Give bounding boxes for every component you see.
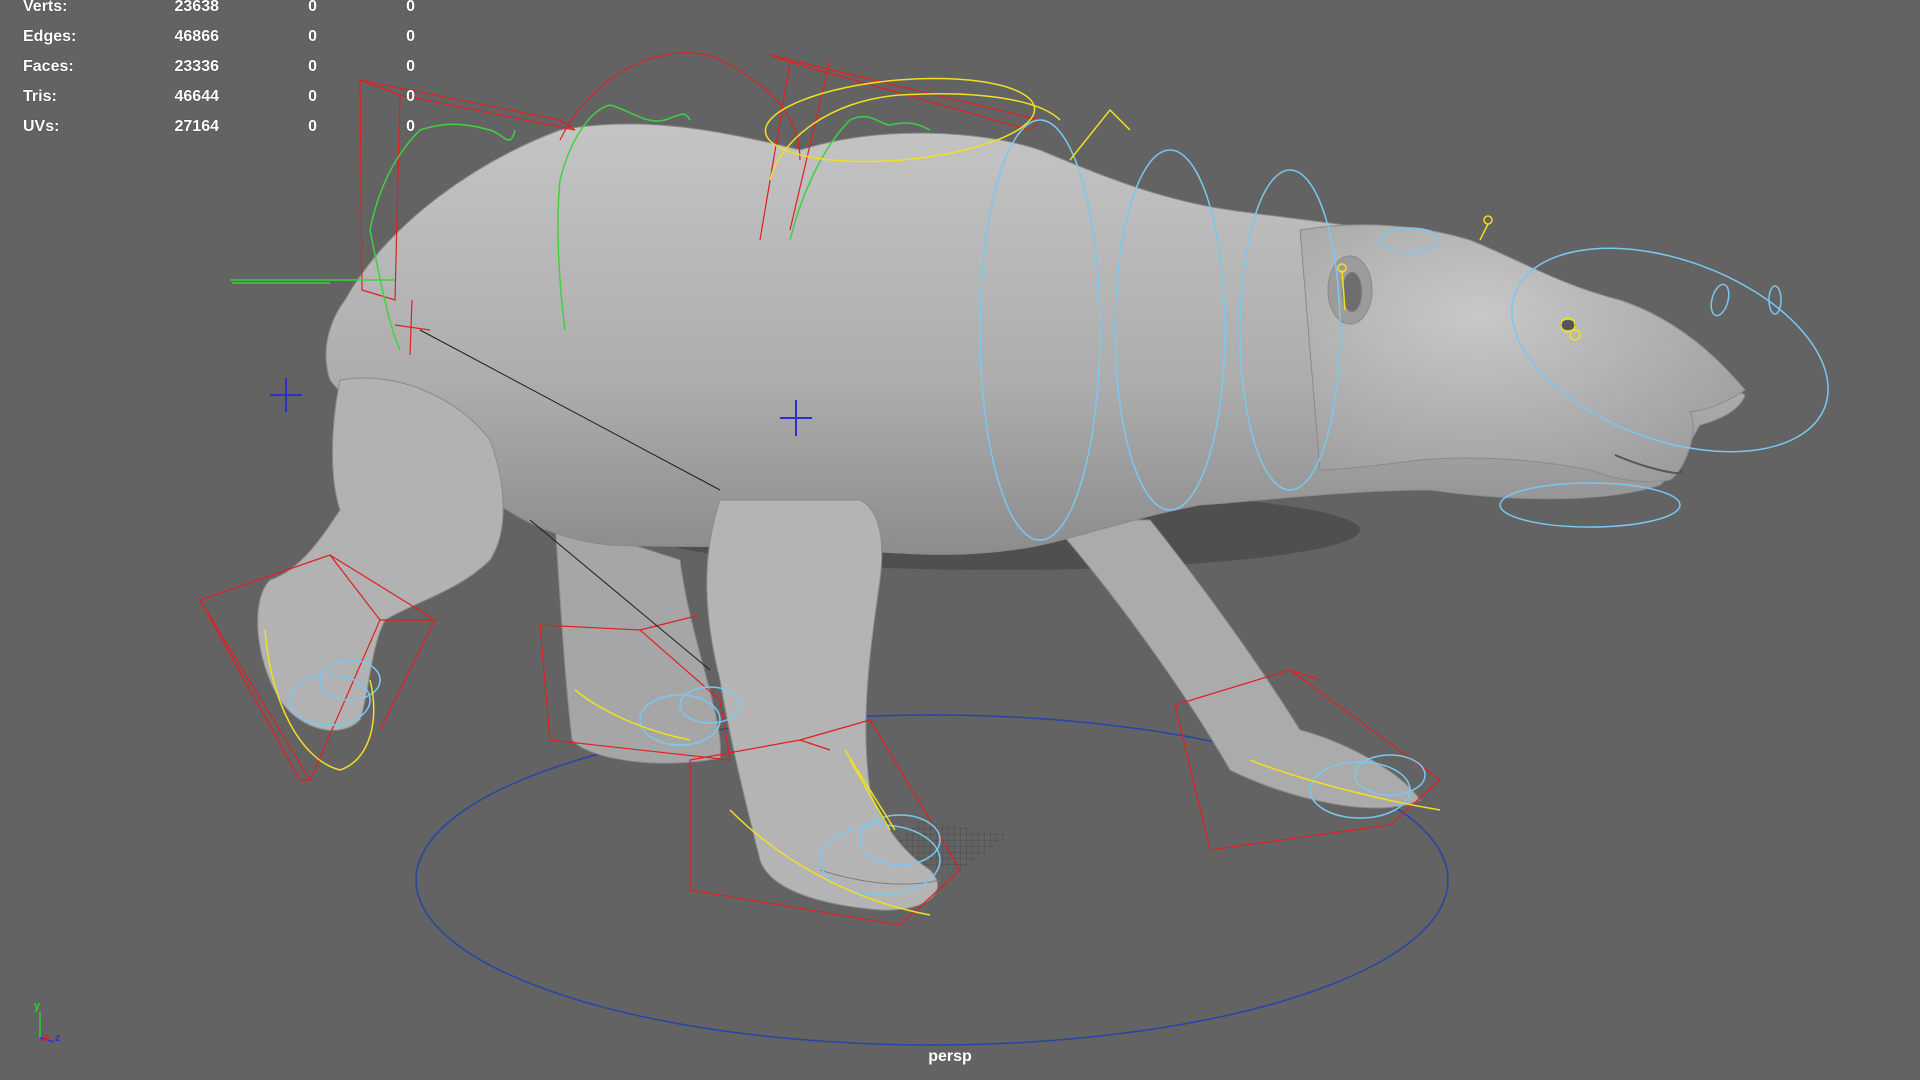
3d-viewport[interactable]: Verts: 23638 0 0 Edges: 46866 0 0 Faces:… [0, 0, 1920, 1080]
axis-y-label: y [34, 1000, 41, 1012]
hud-label: UVs: [23, 118, 60, 135]
hud-value: 23638 [174, 0, 220, 15]
hud-value: 0 [308, 0, 317, 15]
hud-value: 0 [406, 0, 415, 15]
hud-label: Faces: [23, 58, 74, 75]
hud-value: 23336 [174, 58, 220, 75]
camera-name-label: persp [928, 1048, 972, 1065]
hud-row-faces: Faces: 23336 0 0 [23, 56, 423, 86]
hud-value: 0 [406, 58, 415, 75]
axis-z-label: z [55, 1032, 61, 1044]
hud-value: 0 [406, 88, 415, 105]
hud-value: 0 [308, 28, 317, 45]
hud-value: 46644 [174, 88, 220, 105]
hud-label: Tris: [23, 88, 57, 105]
axis-x-label: x [42, 1032, 49, 1044]
hud-value: 0 [308, 118, 317, 135]
bear-mesh[interactable] [257, 123, 1746, 911]
poly-count-hud: Verts: 23638 0 0 Edges: 46866 0 0 Faces:… [23, 0, 423, 146]
viewport-scene[interactable] [0, 0, 1920, 1080]
hud-value: 0 [406, 28, 415, 45]
hud-row-edges: Edges: 46866 0 0 [23, 26, 423, 56]
hud-value: 0 [406, 118, 415, 135]
view-axis-icon: y x z [28, 1000, 78, 1050]
hud-row-uvs: UVs: 27164 0 0 [23, 116, 423, 146]
hud-label: Verts: [23, 0, 68, 15]
hud-row-tris: Tris: 46644 0 0 [23, 86, 423, 116]
hud-value: 0 [308, 88, 317, 105]
hud-value: 46866 [174, 28, 220, 45]
hud-value: 27164 [174, 118, 220, 135]
hud-value: 0 [308, 58, 317, 75]
hud-row-verts: Verts: 23638 0 0 [23, 0, 423, 26]
hud-label: Edges: [23, 28, 77, 45]
